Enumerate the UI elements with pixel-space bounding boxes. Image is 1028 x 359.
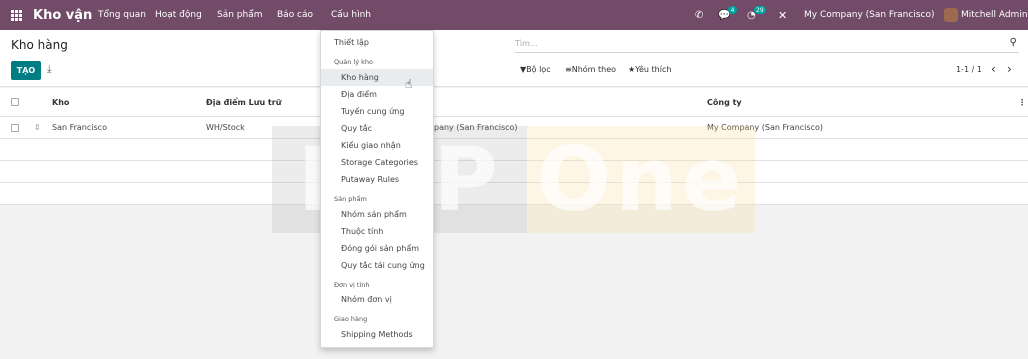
dropdown-item-warehouses[interactable]: Kho hàng [321,69,433,86]
dropdown-item-reordering-rules[interactable]: Quy tắc tái cung ứng [321,257,433,274]
dropdown-section-header: Đơn vị tính [334,281,370,289]
dropdown-item-storage-categories[interactable]: Storage Categories [321,154,433,171]
company-switcher[interactable]: My Company (San Francisco) [804,0,934,30]
empty-row [0,161,1028,183]
configuration-dropdown: Thiết lập Quản lý kho Kho hàng Địa điểm … [320,30,434,348]
app-title[interactable]: Kho vận [33,0,92,30]
dropdown-section-header: Sản phẩm [334,195,367,203]
dropdown-item-attributes[interactable]: Thuộc tính [321,223,433,240]
create-button[interactable]: TẠO [11,61,41,80]
search-bar: ⚲ [515,36,1019,53]
messages-badge: 4 [728,6,737,14]
list-view: Kho Địa điểm Lưu trữ Công ty ⋮ ⇕ San Fra… [0,88,1028,205]
pager-value[interactable]: 1-1 / 1 [956,65,982,74]
download-icon[interactable]: ⤓ [47,64,51,75]
cell-company: My Company (San Francisco) [707,123,823,132]
column-header-company[interactable]: Công ty [707,88,742,116]
avatar [944,8,958,22]
menu-reporting[interactable]: Báo cáo [277,0,313,30]
filters-button[interactable]: ▼Bộ lọc [520,65,551,74]
group-icon: ≡ [565,65,572,74]
favorites-button[interactable]: ★Yêu thích [628,65,671,74]
user-menu[interactable]: Mitchell Admin [944,0,1028,30]
group-by-button[interactable]: ≡Nhóm theo [565,65,616,74]
menu-products[interactable]: Sản phẩm [217,0,263,30]
dropdown-item-rules[interactable]: Quy tắc [321,120,433,137]
phone-icon[interactable]: ✆ [695,0,703,30]
breadcrumb: Kho hàng [11,38,68,52]
optional-columns-icon[interactable]: ⋮ [1018,88,1026,116]
tools-close-icon[interactable]: ✕ [778,0,787,30]
cell-warehouse: San Francisco [52,123,107,132]
table-header: Kho Địa điểm Lưu trữ Công ty ⋮ [0,88,1028,117]
dropdown-item-uom-categories[interactable]: Nhóm đơn vị [321,291,433,308]
pager-previous-icon[interactable]: ‹ [991,62,996,76]
pager-next-icon[interactable]: › [1007,62,1012,76]
cell-address: pany (San Francisco) [434,123,518,132]
search-input[interactable] [515,36,995,51]
drag-handle-icon[interactable]: ⇕ [34,117,41,138]
chat-icon[interactable]: 💬 [718,0,730,30]
mouse-cursor-icon: ☝ [405,77,413,91]
empty-row [0,183,1028,205]
search-icon[interactable]: ⚲ [1010,37,1017,48]
select-all-checkbox[interactable] [11,98,19,106]
menu-operations[interactable]: Hoạt động [155,0,202,30]
dropdown-section-header: Quản lý kho [334,58,373,66]
user-name: Mitchell Admin [961,10,1028,20]
dropdown-item-packaging[interactable]: Đóng gói sản phẩm [321,240,433,257]
cell-location: WH/Stock [206,123,245,132]
dropdown-item-operation-types[interactable]: Kiểu giao nhận [321,137,433,154]
activity-clock-icon[interactable]: ◔ [747,0,756,30]
dropdown-item-settings[interactable]: Thiết lập [321,34,433,51]
menu-overview[interactable]: Tổng quan [98,0,146,30]
empty-row [0,139,1028,161]
table-row[interactable]: ⇕ San Francisco WH/Stock pany (San Franc… [0,117,1028,139]
row-checkbox[interactable] [11,123,19,132]
apps-menu-icon[interactable] [11,0,23,30]
dropdown-item-routes[interactable]: Tuyến cung ứng [321,103,433,120]
column-header-warehouse[interactable]: Kho [52,88,69,116]
dropdown-item-product-categories[interactable]: Nhóm sản phẩm [321,206,433,223]
top-navbar: Kho vận Tổng quan Hoạt động Sản phẩm Báo… [0,0,1028,30]
dropdown-item-shipping-methods[interactable]: Shipping Methods [321,326,433,343]
control-panel: Kho hàng TẠO ⤓ ⚲ ▼Bộ lọc ≡Nhóm theo ★Yêu… [0,30,1028,87]
menu-configuration[interactable]: Cấu hình [331,0,371,30]
dropdown-item-locations[interactable]: Địa điểm [321,86,433,103]
activities-badge: 29 [754,6,766,14]
dropdown-item-putaway-rules[interactable]: Putaway Rules [321,171,433,188]
column-header-location[interactable]: Địa điểm Lưu trữ [206,88,281,116]
dropdown-section-header: Giao hàng [334,315,368,323]
